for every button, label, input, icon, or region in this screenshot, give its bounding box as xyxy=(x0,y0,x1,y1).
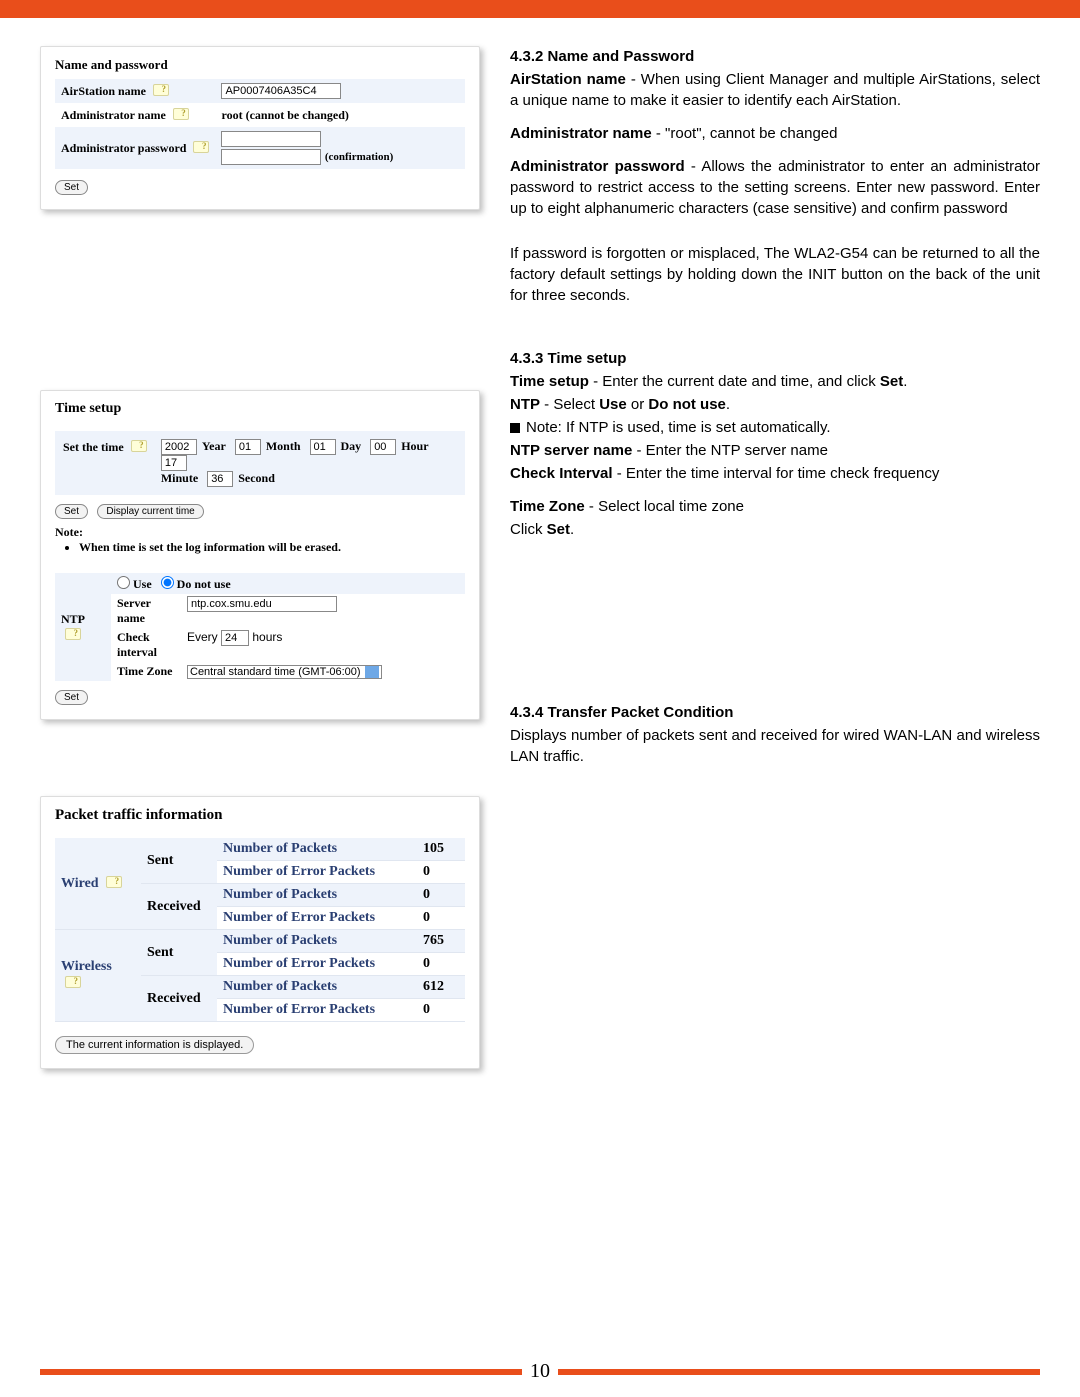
paragraph: NTP server name - Enter the NTP server n… xyxy=(510,440,1040,461)
ntp-label: NTP xyxy=(55,573,111,681)
wired-recv-err: 0 xyxy=(417,907,465,930)
page-footer: 10 xyxy=(0,1360,1080,1383)
ntp-server-input[interactable] xyxy=(187,596,337,612)
check-interval-label: Check interval xyxy=(111,628,181,662)
second-input[interactable] xyxy=(207,471,233,487)
doc-text-column: 4.3.2 Name and Password AirStation name … xyxy=(510,46,1040,1109)
paragraph: Check Interval - Enter the time interval… xyxy=(510,463,1040,484)
month-input[interactable] xyxy=(235,439,261,455)
sent-label: Sent xyxy=(141,838,217,884)
footer-bar-left xyxy=(40,1369,522,1375)
paragraph: Displays number of packets sent and rece… xyxy=(510,725,1040,767)
paragraph: Time setup - Enter the current date and … xyxy=(510,371,1040,392)
airstation-name-input[interactable] xyxy=(221,83,341,99)
help-icon[interactable] xyxy=(65,628,81,640)
panel-name-password: Name and password AirStation name A xyxy=(40,46,480,210)
administrator-password-confirm-input[interactable] xyxy=(221,149,321,165)
server-name-label: Server name xyxy=(111,594,181,628)
num-err-packets-label: Number of Error Packets xyxy=(217,953,417,976)
ntp-donotuse-radio[interactable]: Do not use xyxy=(161,577,231,591)
wl-recv-err: 0 xyxy=(417,999,465,1022)
set-button[interactable]: Set xyxy=(55,180,88,195)
airstation-name-label: AirStation name xyxy=(55,79,215,103)
confirmation-label: (confirmation) xyxy=(325,151,393,163)
year-input[interactable] xyxy=(161,439,197,455)
sent-label: Sent xyxy=(141,930,217,976)
paragraph: Time Zone - Select local time zone xyxy=(510,496,1040,517)
num-err-packets-label: Number of Error Packets xyxy=(217,907,417,930)
paragraph: Administrator name - "root", cannot be c… xyxy=(510,123,1040,144)
wireless-label: Wireless xyxy=(55,930,141,1022)
panel-time-setup: Time setup Set the time Year Month Day xyxy=(40,390,480,720)
num-packets-label: Number of Packets xyxy=(217,976,417,999)
square-bullet-icon xyxy=(510,423,520,433)
wired-sent-num: 105 xyxy=(417,838,465,861)
timezone-select[interactable]: Central standard time (GMT-06:00) xyxy=(187,665,382,679)
wired-sent-err: 0 xyxy=(417,861,465,884)
paragraph: AirStation name - When using Client Mana… xyxy=(510,69,1040,111)
section-heading: 4.3.2 Name and Password xyxy=(510,46,1040,67)
help-icon[interactable] xyxy=(173,108,189,120)
ntp-use-radio[interactable]: Use xyxy=(117,577,152,591)
wl-sent-num: 765 xyxy=(417,930,465,953)
panel-title: Time setup xyxy=(55,401,465,417)
num-err-packets-label: Number of Error Packets xyxy=(217,861,417,884)
received-label: Received xyxy=(141,884,217,930)
dropdown-icon xyxy=(365,666,379,678)
note-line: Note: If NTP is used, time is set automa… xyxy=(510,417,1040,438)
section-heading: 4.3.3 Time setup xyxy=(510,348,1040,369)
set-button[interactable]: Set xyxy=(55,504,88,519)
wl-recv-num: 612 xyxy=(417,976,465,999)
current-info-button[interactable]: The current information is displayed. xyxy=(55,1036,254,1054)
note-label: Note: xyxy=(55,525,465,540)
section-heading: 4.3.4 Transfer Packet Condition xyxy=(510,702,1040,723)
panel-title: Packet traffic information xyxy=(55,807,465,824)
page-container: Name and password AirStation name A xyxy=(0,0,1080,1397)
wired-label: Wired xyxy=(55,838,141,930)
received-label: Received xyxy=(141,976,217,1022)
panel-packet-traffic: Packet traffic information Wired Sent Nu… xyxy=(40,796,480,1069)
timezone-label: Time Zone xyxy=(111,662,181,681)
hour-input[interactable] xyxy=(370,439,396,455)
num-packets-label: Number of Packets xyxy=(217,838,417,861)
note-item: When time is set the log information wil… xyxy=(79,540,465,555)
panel-title: Name and password xyxy=(55,57,465,73)
administrator-password-input[interactable] xyxy=(221,131,321,147)
help-icon[interactable] xyxy=(65,976,81,988)
minute-input[interactable] xyxy=(161,455,187,471)
day-input[interactable] xyxy=(310,439,336,455)
display-current-time-button[interactable]: Display current time xyxy=(97,504,203,519)
page-number: 10 xyxy=(530,1360,550,1383)
help-icon[interactable] xyxy=(131,440,147,452)
paragraph: NTP - Select Use or Do not use. xyxy=(510,394,1040,415)
set-the-time-label: Set the time xyxy=(63,439,161,487)
num-err-packets-label: Number of Error Packets xyxy=(217,999,417,1022)
paragraph: If password is forgotten or misplaced, T… xyxy=(510,243,1040,306)
help-icon[interactable] xyxy=(153,84,169,96)
paragraph: Click Set. xyxy=(510,519,1040,540)
administrator-password-label: Administrator password xyxy=(55,127,215,169)
wl-sent-err: 0 xyxy=(417,953,465,976)
administrator-name-label: Administrator name xyxy=(55,103,215,127)
help-icon[interactable] xyxy=(106,876,122,888)
paragraph: Administrator password - Allows the admi… xyxy=(510,156,1040,219)
wired-recv-num: 0 xyxy=(417,884,465,907)
footer-bar-right xyxy=(558,1369,1040,1375)
administrator-name-value: root (cannot be changed) xyxy=(221,108,348,122)
check-interval-input[interactable] xyxy=(221,630,249,646)
set-button[interactable]: Set xyxy=(55,690,88,705)
help-icon[interactable] xyxy=(193,141,209,153)
num-packets-label: Number of Packets xyxy=(217,930,417,953)
num-packets-label: Number of Packets xyxy=(217,884,417,907)
